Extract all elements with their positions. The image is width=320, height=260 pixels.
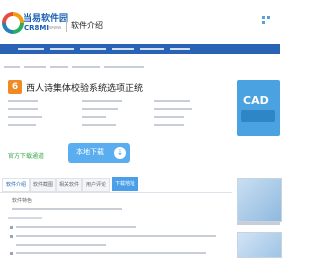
software-title: 西人诗集体校验系统选项正统: [26, 84, 144, 94]
nav-item[interactable]: [18, 48, 44, 50]
main-nav: [0, 44, 280, 54]
download-arrow-icon: ↓: [114, 147, 126, 159]
logo-domain: www: [49, 25, 62, 31]
tab-bar: 软件介绍 软件截图 相关软件 用户评论 下载地址: [0, 176, 232, 193]
tab-comments[interactable]: 用户评论: [82, 178, 110, 192]
ad-image[interactable]: [237, 178, 282, 222]
nav-item[interactable]: [112, 48, 134, 50]
logo-text-cn: 当易软件园: [23, 14, 69, 24]
section-title: 软件介绍: [71, 21, 103, 30]
tab-related[interactable]: 相关软件: [56, 178, 82, 192]
ad-image[interactable]: [237, 232, 282, 258]
download-text: 本地下载: [76, 148, 104, 156]
breadcrumb-item[interactable]: [50, 66, 68, 68]
ad-bottom-caption: [237, 222, 280, 225]
breadcrumb-item[interactable]: [4, 66, 20, 68]
tab-screenshots[interactable]: 软件截图: [30, 178, 56, 192]
nav-item[interactable]: [50, 48, 74, 50]
ad-text: CAD: [243, 94, 269, 107]
breadcrumb-item[interactable]: [24, 66, 46, 68]
article-heading: 软件特色: [12, 198, 33, 204]
software-info-grid: [8, 100, 228, 140]
software-icon: 6: [8, 80, 22, 94]
ad-banner[interactable]: CAD: [237, 80, 280, 136]
local-download-button[interactable]: 本地下载 ↓: [68, 143, 130, 163]
header-right-mark: [262, 16, 276, 24]
breadcrumb-item[interactable]: [104, 66, 144, 68]
breadcrumb-item[interactable]: [72, 66, 100, 68]
logo-text-en: CR8MI: [24, 24, 49, 32]
header-divider: [66, 18, 67, 32]
header: 当易软件园 CR8MI www 软件介绍: [0, 0, 280, 44]
alt-download-link[interactable]: 官方下载通道: [8, 151, 58, 160]
breadcrumb: [4, 64, 164, 70]
nav-item[interactable]: [140, 48, 164, 50]
nav-item[interactable]: [170, 48, 190, 50]
nav-item[interactable]: [80, 48, 106, 50]
site-logo[interactable]: 当易软件园 CR8MI www: [2, 11, 68, 37]
tab-intro[interactable]: 软件介绍: [2, 178, 30, 192]
tab-download[interactable]: 下载地址: [112, 177, 138, 191]
article-body: [8, 208, 228, 256]
